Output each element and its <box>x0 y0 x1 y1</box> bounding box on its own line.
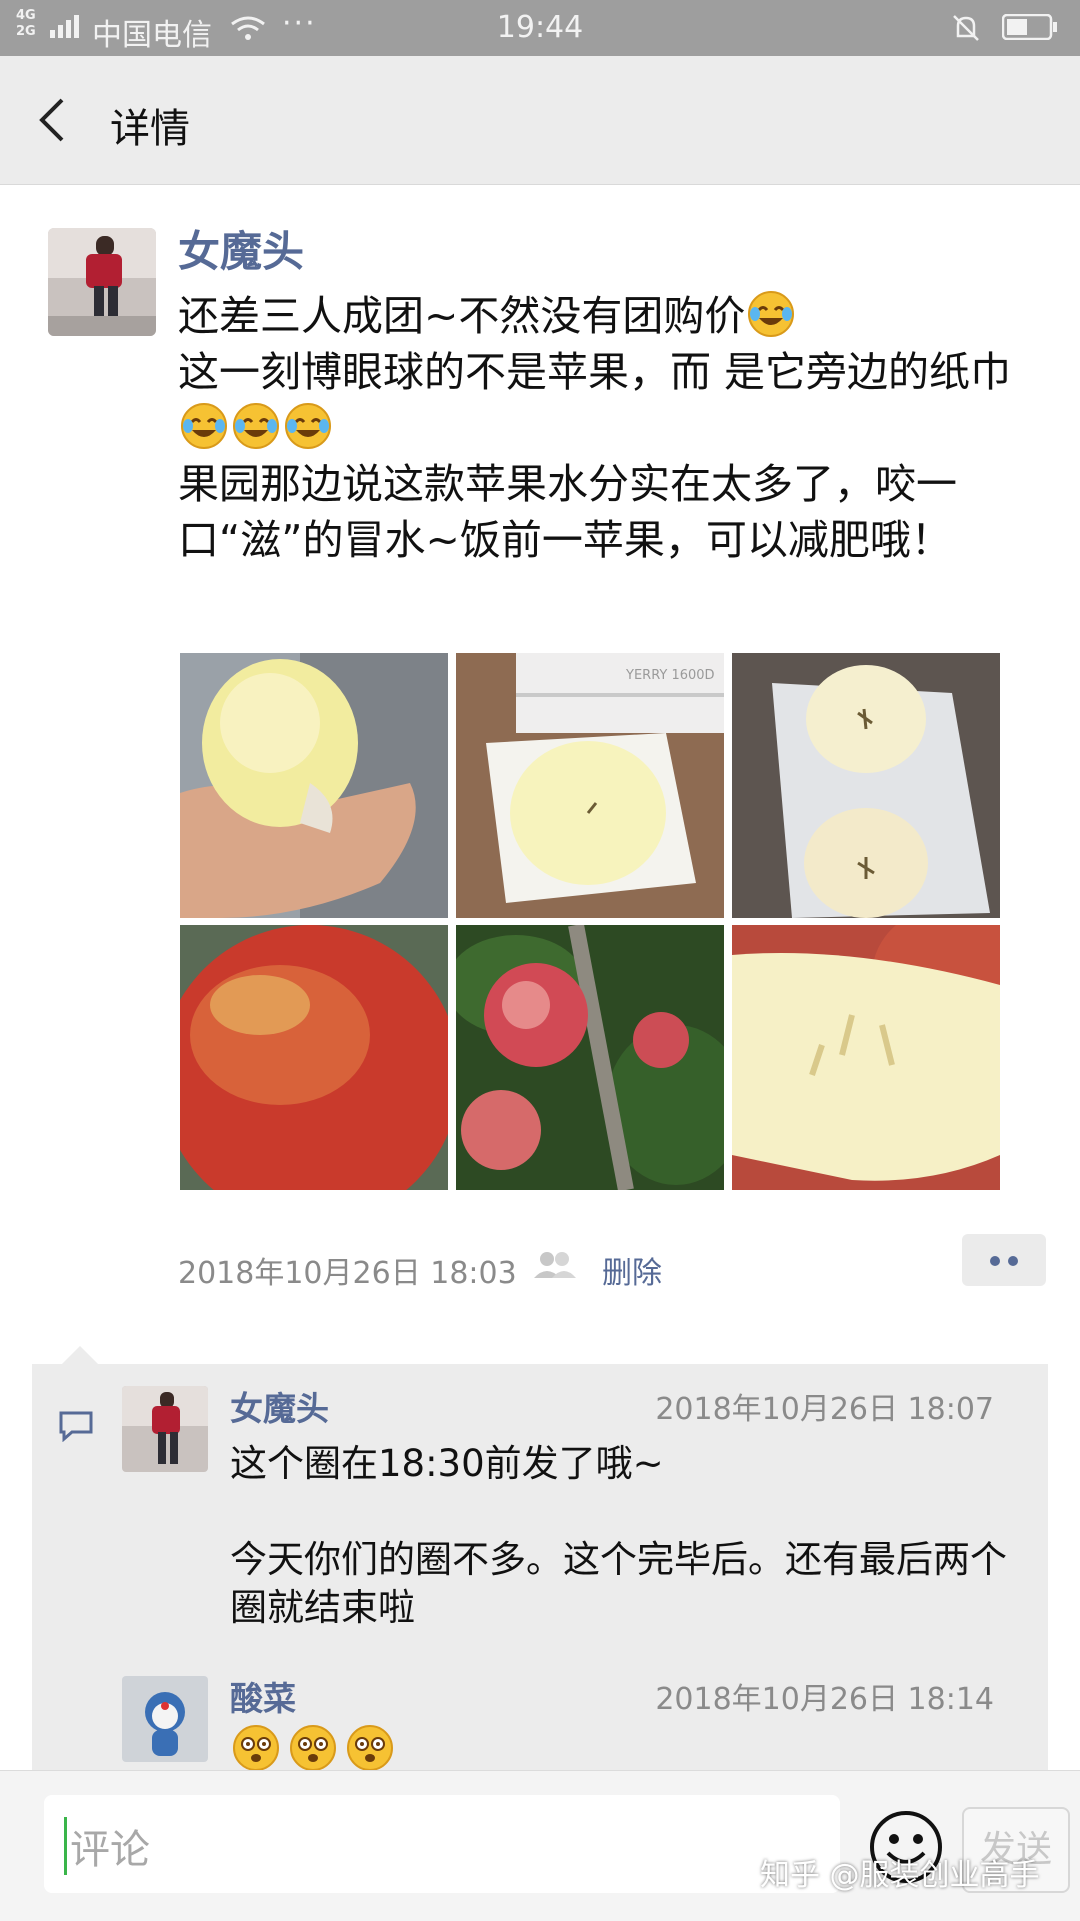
comment-emoji-row <box>230 1724 396 1772</box>
mute-bell-icon <box>953 15 979 41</box>
post-text: 还差三人成团~不然没有团购价 这一刻博眼球的不是苹果，而 是它旁边的纸巾 果园那… <box>178 288 1028 568</box>
post-image-apple-bitten[interactable] <box>180 653 448 918</box>
post-image-apple-wedge[interactable] <box>732 925 1000 1190</box>
comment-input-bar: 评论 发送 <box>0 1770 1080 1921</box>
post-image-apple-on-napkin[interactable]: YERRY 1600D <box>456 653 724 918</box>
comments-pointer <box>62 1346 98 1364</box>
battery-icon <box>1002 14 1057 40</box>
watermark: 知乎 @服装创业高手 <box>760 1858 1040 1893</box>
post-text-line2: 这一刻博眼球的不是苹果，而 是它旁边的纸巾 <box>178 348 1012 396</box>
comment-bubble-icon <box>59 1411 93 1442</box>
post-image-grid: YERRY 1600D <box>180 653 1000 1190</box>
delete-post-link[interactable]: 删除 <box>602 1248 662 1292</box>
post-text-line3: 果园那边说这款苹果水分实在太多了，咬一口“滋”的冒水~饭前一苹果，可以减肥哦！ <box>178 460 957 564</box>
text-caret <box>64 1817 67 1875</box>
post-text-line1: 还差三人成团~不然没有团购价 <box>178 292 746 340</box>
comment-placeholder: 评论 <box>70 1827 150 1873</box>
visibility-people-icon <box>534 1252 576 1278</box>
clock: 19:44 <box>496 10 584 45</box>
nav-bar: 详情 <box>0 56 1080 185</box>
post-image-apple-slices[interactable] <box>732 653 1000 918</box>
comment-author[interactable]: 酸菜 <box>230 1672 296 1720</box>
post-author-avatar[interactable] <box>48 228 156 336</box>
status-bar: 4G 2G 中国电信 ··· 19:44 <box>0 0 1080 56</box>
post-author-name[interactable]: 女魔头 <box>178 218 304 279</box>
laugh-cry-emoji-icon <box>285 403 331 449</box>
comment-time: 2018年10月26日 18:07 <box>655 1392 994 1427</box>
laugh-cry-emoji-icon <box>233 403 279 449</box>
box-label: YERRY 1600D <box>625 668 715 683</box>
more-actions-button[interactable] <box>962 1234 1046 1286</box>
dizzy-face-emoji-icon <box>290 1725 337 1771</box>
dizzy-face-emoji-icon <box>233 1725 279 1771</box>
comment-text: 这个圈在18:30前发了哦~ 今天你们的圈不多。这个完毕后。还有最后两个圈就结束… <box>230 1442 1007 1629</box>
comment-avatar[interactable] <box>122 1386 208 1472</box>
comment-author[interactable]: 女魔头 <box>230 1382 329 1430</box>
comment-time: 2018年10月26日 18:14 <box>655 1682 994 1717</box>
post-timestamp: 2018年10月26日 18:03 <box>178 1256 517 1291</box>
dizzy-face-emoji-icon <box>347 1725 394 1771</box>
post-image-red-apple[interactable] <box>180 925 448 1190</box>
comment-input[interactable] <box>44 1795 840 1893</box>
comment-avatar[interactable] <box>122 1676 208 1762</box>
back-arrow-icon[interactable] <box>34 96 74 144</box>
page-title: 详情 <box>110 106 190 152</box>
laugh-cry-emoji-icon <box>181 403 227 449</box>
post-image-apples-on-tree[interactable] <box>456 925 724 1190</box>
laugh-cry-emoji-icon <box>748 291 795 337</box>
